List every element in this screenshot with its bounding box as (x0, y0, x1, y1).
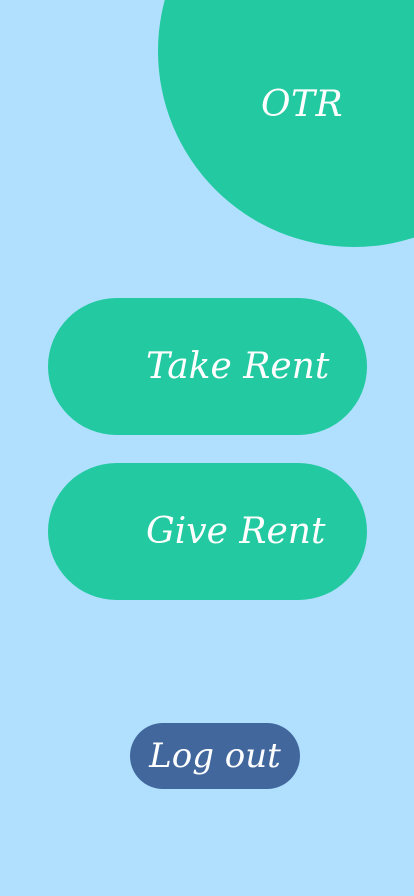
take-rent-button[interactable]: Take Rent (48, 298, 367, 435)
logout-button[interactable]: Log out (130, 723, 300, 789)
app-screen: OTR Take Rent Give Rent Log out (0, 0, 414, 896)
app-logo: OTR (261, 84, 344, 125)
give-rent-button[interactable]: Give Rent (48, 463, 367, 600)
